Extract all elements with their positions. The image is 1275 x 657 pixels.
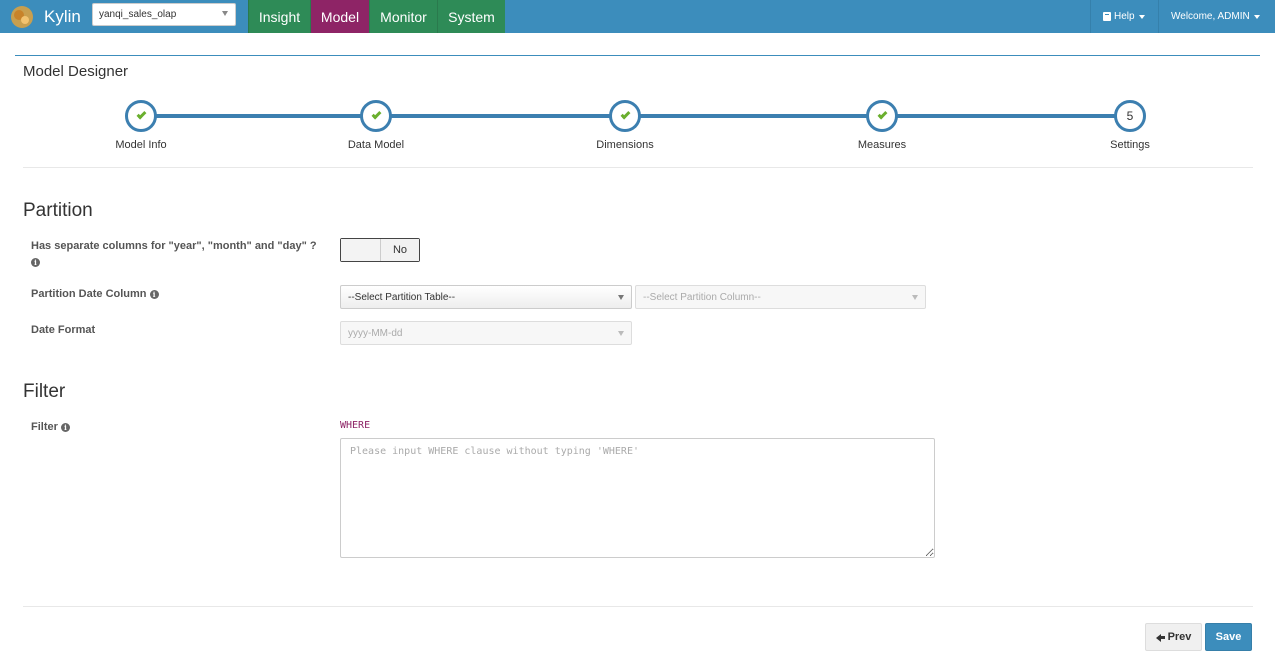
footer-divider [23, 606, 1253, 607]
toggle-value: No [381, 239, 419, 261]
filter-title: Filter [23, 381, 66, 402]
partition-date-column-text: Partition Date Column [31, 288, 147, 300]
date-format-label: Date Format [31, 324, 96, 336]
arrow-left-icon [1155, 633, 1165, 642]
book-icon [1103, 12, 1111, 21]
info-icon[interactable]: i [60, 422, 70, 432]
chevron-down-icon [912, 295, 918, 300]
step-measures[interactable]: Measures [822, 100, 942, 151]
nav-right: Help Welcome, ADMIN [1090, 0, 1275, 33]
tab-model[interactable]: Model [310, 0, 369, 33]
partition-table-select[interactable]: --Select Partition Table-- [340, 285, 632, 309]
page-title: Model Designer [23, 63, 129, 80]
prev-label: Prev [1167, 631, 1192, 643]
content-top-border [15, 55, 1260, 56]
help-label: Help [1114, 11, 1135, 22]
project-select-value: yanqi_sales_olap [99, 9, 177, 20]
caret-down-icon [1138, 14, 1145, 19]
step-label: Dimensions [596, 139, 654, 151]
filter-label: Filter i [31, 419, 70, 435]
step-data-model[interactable]: Data Model [316, 100, 436, 151]
filter-label-text: Filter [31, 421, 58, 433]
kylin-logo-icon [11, 5, 33, 28]
project-select[interactable]: yanqi_sales_olap [92, 3, 236, 26]
wizard-steps: Model Info Data Model Dimensions Measure… [23, 97, 1253, 167]
toggle-knob [341, 239, 381, 261]
main-nav-tabs: Insight Model Monitor System [248, 0, 505, 33]
tab-insight-label: Insight [258, 8, 301, 25]
help-menu[interactable]: Help [1090, 0, 1158, 33]
partition-title: Partition [23, 200, 93, 221]
step-number: 5 [1126, 109, 1134, 123]
check-icon [877, 109, 887, 120]
partition-date-column-label: Partition Date Column i [31, 286, 159, 302]
partition-table-select-value: --Select Partition Table-- [348, 291, 456, 303]
info-icon[interactable]: i [149, 289, 159, 299]
step-circle: 5 [1114, 100, 1146, 132]
chevron-down-icon [618, 331, 624, 336]
check-icon [620, 109, 630, 120]
tab-insight[interactable]: Insight [248, 0, 310, 33]
separate-columns-label: Has separate columns for "year", "month"… [31, 238, 331, 270]
step-model-info[interactable]: Model Info [81, 100, 201, 151]
tab-system[interactable]: System [437, 0, 505, 33]
filter-textarea[interactable] [340, 438, 935, 558]
caret-down-icon [1253, 14, 1260, 19]
user-menu[interactable]: Welcome, ADMIN [1158, 0, 1275, 33]
step-circle [609, 100, 641, 132]
chevron-down-icon [222, 11, 228, 16]
step-dimensions[interactable]: Dimensions [565, 100, 685, 151]
tab-model-label: Model [320, 8, 360, 25]
date-format-select[interactable]: yyyy-MM-dd [340, 321, 632, 345]
step-label: Measures [857, 139, 907, 151]
date-format-select-value: yyyy-MM-dd [348, 327, 403, 339]
separate-columns-text: Has separate columns for "year", "month"… [31, 240, 317, 252]
brand[interactable]: Kylin [0, 0, 89, 33]
brand-name: Kylin [44, 6, 81, 26]
info-icon[interactable]: i [31, 257, 40, 267]
where-keyword: WHERE [340, 420, 371, 431]
partition-column-select[interactable]: --Select Partition Column-- [635, 285, 926, 309]
save-label: Save [1215, 631, 1242, 643]
check-icon [371, 109, 381, 120]
prev-button[interactable]: Prev [1145, 623, 1202, 651]
wizard-divider [23, 167, 1253, 168]
tab-system-label: System [448, 8, 495, 25]
top-navbar: Kylin yanqi_sales_olap Insight Model Mon… [0, 0, 1275, 33]
step-circle [125, 100, 157, 132]
step-circle [360, 100, 392, 132]
step-label: Settings [1110, 139, 1150, 151]
save-button[interactable]: Save [1205, 623, 1252, 651]
step-settings[interactable]: 5 Settings [1070, 100, 1190, 151]
chevron-down-icon [618, 295, 624, 300]
check-icon [136, 109, 146, 120]
tab-monitor[interactable]: Monitor [369, 0, 437, 33]
tab-monitor-label: Monitor [380, 8, 427, 25]
welcome-label: Welcome, ADMIN [1171, 11, 1250, 22]
step-label: Data Model [347, 139, 405, 151]
separate-columns-toggle[interactable]: No [340, 238, 420, 262]
step-circle [866, 100, 898, 132]
step-label: Model Info [115, 139, 167, 151]
partition-column-select-value: --Select Partition Column-- [643, 291, 761, 303]
